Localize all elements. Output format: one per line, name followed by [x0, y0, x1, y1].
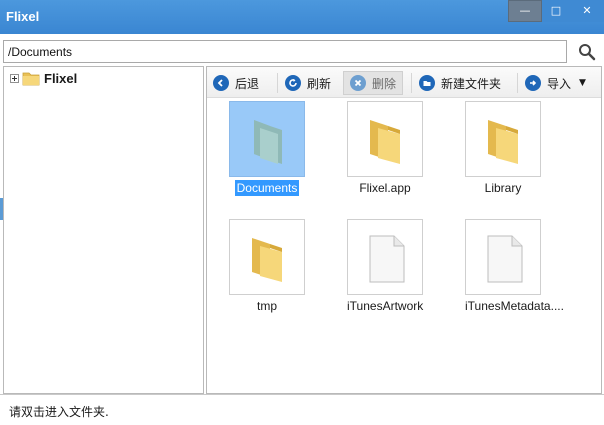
folder-icon: [488, 120, 518, 164]
item-label: iTunesMetadata....: [465, 299, 564, 313]
search-icon: [579, 43, 596, 60]
item-label: iTunesArtwork: [347, 299, 424, 313]
search-button[interactable]: [572, 40, 602, 63]
refresh-label: 刷新: [307, 76, 332, 91]
grid-item-tmp[interactable]: tmp: [227, 219, 307, 314]
window-title: Flixel: [6, 9, 40, 24]
file-browser-pane: 后退 刷新 删除 新建文件夹 导入 ▼ Documents Flixel.app…: [206, 66, 602, 394]
item-thumbnail: [465, 101, 541, 177]
grid-item-flixel-app[interactable]: Flixel.app: [345, 101, 425, 196]
status-bar: 请双击进入文件夹.: [0, 394, 604, 425]
item-thumbnail: [229, 219, 305, 295]
path-input[interactable]: [4, 41, 566, 62]
new-folder-button[interactable]: 新建文件夹: [419, 71, 501, 95]
toolbar-separator: [411, 73, 412, 93]
folder-icon: [254, 120, 282, 164]
new-folder-label: 新建文件夹: [441, 76, 502, 91]
back-arrow-icon: [213, 75, 229, 91]
folder-icon: [22, 72, 40, 86]
item-label: tmp: [256, 299, 277, 313]
refresh-button[interactable]: 刷新: [285, 71, 331, 95]
toolbar: 后退 刷新 删除 新建文件夹 导入 ▼: [207, 67, 601, 98]
folder-icon: [252, 238, 282, 282]
expand-icon[interactable]: [10, 73, 19, 83]
delete-label: 删除: [372, 76, 397, 91]
back-button[interactable]: 后退: [213, 71, 259, 95]
import-label: 导入: [547, 76, 572, 91]
folder-tree-pane: Flixel: [3, 66, 204, 394]
window-edge-accent: [0, 198, 3, 220]
item-thumbnail: [465, 219, 541, 295]
item-thumbnail: [229, 101, 305, 177]
minimize-icon: —: [519, 4, 531, 17]
minimize-button[interactable]: —: [508, 0, 542, 22]
document-icon: [487, 235, 523, 283]
close-button[interactable]: ✕: [570, 0, 604, 22]
tree-root-label: Flixel: [44, 70, 78, 86]
grid-item-library[interactable]: Library: [463, 101, 543, 196]
refresh-icon: [285, 75, 301, 91]
toolbar-separator: [277, 73, 278, 93]
item-label: Flixel.app: [359, 181, 411, 195]
title-bar: Flixel — □ ✕: [0, 0, 604, 34]
chevron-down-icon[interactable]: ▼: [579, 78, 586, 88]
import-button[interactable]: 导入 ▼: [525, 71, 586, 95]
back-label: 后退: [235, 76, 260, 91]
address-bar[interactable]: [3, 40, 567, 63]
item-thumbnail: [347, 219, 423, 295]
delete-icon: [350, 75, 366, 91]
delete-button[interactable]: 删除: [343, 71, 404, 95]
document-icon: [369, 235, 405, 283]
import-icon: [525, 75, 541, 91]
item-label: Library: [484, 181, 522, 195]
tree-root-node[interactable]: Flixel: [10, 69, 77, 87]
maximize-icon: □: [550, 4, 562, 17]
new-folder-icon: [419, 75, 435, 91]
item-thumbnail: [347, 101, 423, 177]
maximize-button[interactable]: □: [542, 0, 570, 22]
status-text: 请双击进入文件夹.: [9, 405, 109, 419]
item-label: Documents: [234, 180, 300, 196]
toolbar-separator: [517, 73, 518, 93]
grid-item-documents[interactable]: Documents: [227, 101, 307, 196]
grid-item-itunesartwork[interactable]: iTunesArtwork: [345, 219, 425, 314]
close-icon: ✕: [582, 4, 592, 17]
grid-item-itunesmetadata[interactable]: iTunesMetadata....: [463, 219, 564, 314]
folder-icon: [370, 120, 400, 164]
